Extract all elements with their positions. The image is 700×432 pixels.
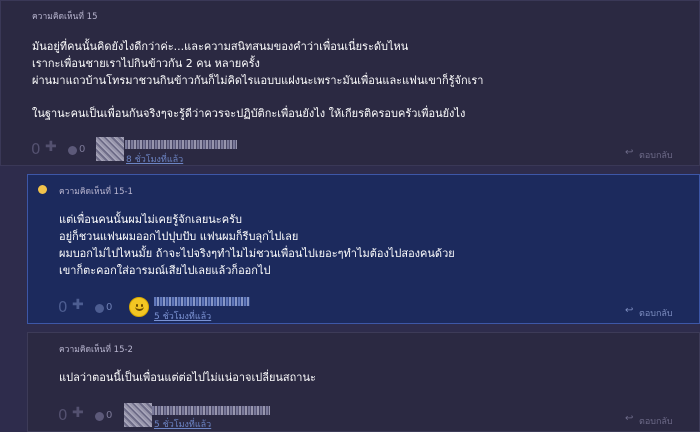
plus-icon[interactable]: ✚ (72, 405, 84, 421)
comment-card-15: ความคิดเห็นที่ 15 มันอยู่ที่คนนั้นคิดยัง… (0, 0, 700, 166)
comment-line: ผมบอกไม่ไปไหนมั้ย ถ้าจะไปจริงๆทำไมไม่ชวน… (59, 247, 455, 260)
comment-line: แปลว่าตอนนี้เป็นเพื่อนแต่ต่อไปไม่แน่อาจเ… (59, 371, 316, 384)
comment-card-15-1: ความคิดเห็นที่ 15-1 แต่เพื่อนคนนั้นผมไม่… (27, 174, 700, 324)
author-name[interactable] (154, 297, 250, 306)
comment-card-15-2: ความคิดเห็นที่ 15-2 แปลว่าตอนนี้เป็นเพื่… (27, 332, 700, 432)
comment-line: เขาก็ตะคอกใส่อารมณ์เสียไปเลยแล้วก็ออกไป (59, 264, 271, 277)
emotion-icon[interactable] (95, 304, 104, 313)
emotion-icon[interactable] (68, 146, 77, 155)
comment-title: ความคิดเห็นที่ 15 (32, 12, 98, 22)
reply-button[interactable]: ตอบกลับ (639, 414, 673, 428)
emotion-count: 0 (106, 410, 113, 421)
vote-count: 0 (58, 298, 68, 316)
comment-line: มันอยู่ที่คนนั้นคิดยังไงดีกว่าค่ะ...และค… (32, 40, 409, 53)
emotion-icon[interactable] (95, 412, 104, 421)
comment-body: มันอยู่ที่คนนั้นคิดยังไงดีกว่าค่ะ...และค… (32, 38, 483, 122)
owner-avatar-icon (38, 185, 47, 194)
author-name[interactable] (152, 406, 270, 415)
comment-line: อยู่ก็ชวนแฟนผมออกไปปุบปับ แฟนผมก็รีบลุกไ… (59, 230, 299, 243)
post-time[interactable]: 8 ชั่วโมงที่แล้ว (126, 152, 183, 166)
avatar[interactable] (124, 403, 152, 427)
vote-count: 0 (58, 406, 68, 424)
plus-icon[interactable]: ✚ (45, 139, 57, 155)
comment-line: แต่เพื่อนคนนั้นผมไม่เคยรู้จักเลยนะครับ (59, 213, 242, 226)
plus-icon[interactable]: ✚ (72, 297, 84, 313)
vote-count: 0 (31, 140, 41, 158)
reply-arrow-icon[interactable]: ↩ (625, 305, 633, 316)
smiley-avatar[interactable] (129, 297, 149, 317)
comment-title: ความคิดเห็นที่ 15-1 (59, 187, 133, 197)
post-time[interactable]: 5 ชั่วโมงที่แล้ว (154, 309, 211, 323)
comment-line: เรากะเพื่อนชายเราไปกินข้าวกัน 2 คน หลายค… (32, 57, 260, 70)
reply-button[interactable]: ตอบกลับ (639, 306, 673, 320)
reply-button[interactable]: ตอบกลับ (639, 148, 673, 162)
comment-line: ผ่านมาแถวบ้านโทรมาชวนกินข้าวกันก็ไม่คิดไ… (32, 74, 484, 87)
comment-title: ความคิดเห็นที่ 15-2 (59, 345, 133, 355)
author-name[interactable] (125, 140, 237, 149)
comment-body: แต่เพื่อนคนนั้นผมไม่เคยรู้จักเลยนะครับ อ… (59, 211, 455, 279)
reply-arrow-icon[interactable]: ↩ (625, 147, 633, 158)
emotion-count: 0 (79, 144, 86, 155)
comment-line: ในฐานะคนเป็นเพื่อนกันจริงๆจะรู้ดีว่าควรจ… (32, 107, 466, 120)
comment-body: แปลว่าตอนนี้เป็นเพื่อนแต่ต่อไปไม่แน่อาจเ… (59, 369, 316, 386)
emotion-count: 0 (106, 302, 113, 313)
reply-arrow-icon[interactable]: ↩ (625, 413, 633, 424)
avatar[interactable] (96, 137, 124, 161)
post-time[interactable]: 5 ชั่วโมงที่แล้ว (154, 417, 211, 431)
